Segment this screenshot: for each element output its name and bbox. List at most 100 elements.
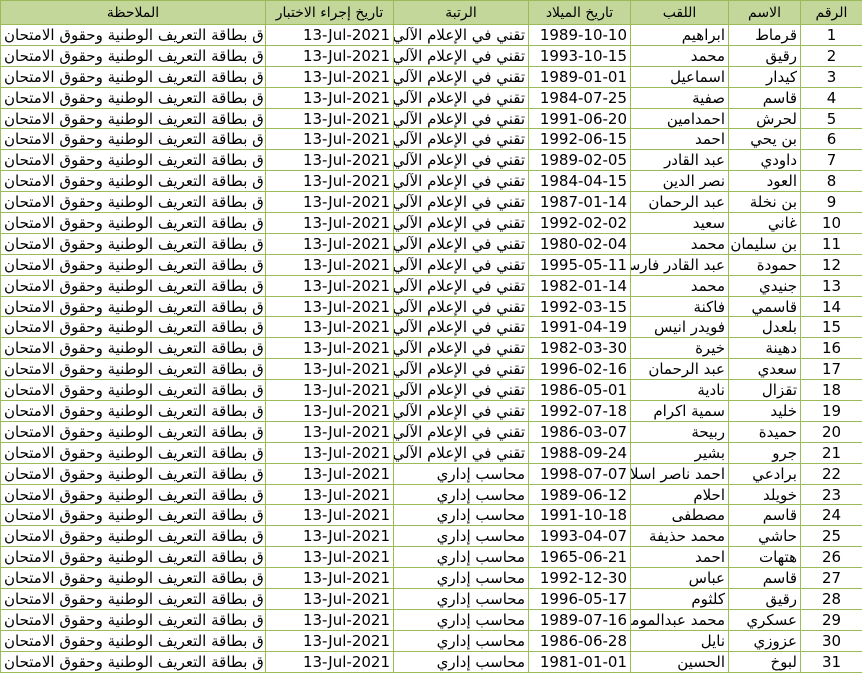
grade-cell[interactable]: تقني في الإعلام الآلي: [393, 420, 529, 443]
surname-cell[interactable]: ربيحة: [630, 420, 729, 443]
birth-date-cell[interactable]: 1989-10-10: [528, 24, 631, 46]
exam-date-cell[interactable]: 13-Jul-2021: [265, 44, 394, 67]
exam-date-cell[interactable]: 13-Jul-2021: [265, 295, 394, 318]
exam-date-cell[interactable]: 13-Jul-2021: [265, 212, 394, 234]
exam-date-cell[interactable]: 13-Jul-2021: [265, 65, 394, 88]
note-cell[interactable]: ارفاق بطاقة التعريف الوطنية وحقوق الامتح…: [0, 212, 266, 234]
note-cell[interactable]: ارفاق بطاقة التعريف الوطنية وحقوق الامتح…: [0, 65, 266, 88]
grade-cell[interactable]: تقني في الإعلام الآلي: [393, 295, 529, 318]
grade-cell[interactable]: تقني في الإعلام الآلي: [393, 191, 529, 214]
grade-cell[interactable]: تقني في الإعلام الآلي: [393, 400, 529, 422]
birth-date-cell[interactable]: 1986-06-28: [528, 629, 631, 652]
exam-date-cell[interactable]: 13-Jul-2021: [265, 462, 394, 485]
grade-cell[interactable]: تقني في الإعلام الآلي: [393, 44, 529, 67]
exam-date-cell[interactable]: 13-Jul-2021: [265, 170, 394, 193]
number-cell[interactable]: 20: [800, 420, 862, 443]
note-cell[interactable]: ارفاق بطاقة التعريف الوطنية وحقوق الامتح…: [0, 232, 266, 255]
surname-cell[interactable]: احمد: [630, 546, 729, 569]
grade-cell[interactable]: تقني في الإعلام الآلي: [393, 274, 529, 297]
grade-cell[interactable]: محاسب إداري: [393, 567, 529, 590]
note-cell[interactable]: ارفاق بطاقة التعريف الوطنية وحقوق الامتح…: [0, 170, 266, 193]
surname-cell[interactable]: صفية: [630, 86, 729, 109]
name-cell[interactable]: لحرش: [728, 107, 801, 130]
note-cell[interactable]: ارفاق بطاقة التعريف الوطنية وحقوق الامتح…: [0, 379, 266, 402]
birth-date-cell[interactable]: 1989-06-12: [528, 483, 631, 506]
exam-date-cell[interactable]: 13-Jul-2021: [265, 107, 394, 130]
birth-date-cell[interactable]: 1986-05-01: [528, 379, 631, 402]
name-cell[interactable]: حاشي: [728, 525, 801, 548]
birth-date-cell[interactable]: 1992-06-15: [528, 128, 631, 151]
name-cell[interactable]: غاني: [728, 212, 801, 234]
exam-date-cell[interactable]: 13-Jul-2021: [265, 149, 394, 172]
note-cell[interactable]: ارفاق بطاقة التعريف الوطنية وحقوق الامتح…: [0, 504, 266, 527]
exam-date-cell[interactable]: 13-Jul-2021: [265, 86, 394, 109]
birth-date-cell[interactable]: 1981-01-01: [528, 650, 631, 673]
surname-cell[interactable]: نايل: [630, 629, 729, 652]
note-cell[interactable]: ارفاق بطاقة التعريف الوطنية وحقوق الامتح…: [0, 546, 266, 569]
grade-cell[interactable]: تقني في الإعلام الآلي: [393, 337, 529, 360]
name-cell[interactable]: رقيق: [728, 44, 801, 67]
birth-date-cell[interactable]: 1988-09-24: [528, 441, 631, 464]
name-cell[interactable]: داودي: [728, 149, 801, 172]
surname-cell[interactable]: محمد حذيفة: [630, 525, 729, 548]
number-cell[interactable]: 3: [800, 65, 862, 88]
name-cell[interactable]: برادعي: [728, 462, 801, 485]
birth-date-cell[interactable]: 1980-02-04: [528, 232, 631, 255]
number-cell[interactable]: 22: [800, 462, 862, 485]
exam-date-cell[interactable]: 13-Jul-2021: [265, 232, 394, 255]
number-cell[interactable]: 9: [800, 191, 862, 214]
name-cell[interactable]: قاسم: [728, 567, 801, 590]
name-cell[interactable]: تقزال: [728, 379, 801, 402]
number-cell[interactable]: 18: [800, 379, 862, 402]
number-cell[interactable]: 13: [800, 274, 862, 297]
surname-cell[interactable]: فاكنة: [630, 295, 729, 318]
grade-cell[interactable]: تقني في الإعلام الآلي: [393, 128, 529, 151]
surname-cell[interactable]: عباس: [630, 567, 729, 590]
note-cell[interactable]: ارفاق بطاقة التعريف الوطنية وحقوق الامتح…: [0, 567, 266, 590]
number-cell[interactable]: 12: [800, 253, 862, 276]
number-cell[interactable]: 7: [800, 149, 862, 172]
number-cell[interactable]: 30: [800, 629, 862, 652]
surname-cell[interactable]: احمد ناصر اسلام: [630, 462, 729, 485]
surname-cell[interactable]: عبد القادر فارس: [630, 253, 729, 276]
note-cell[interactable]: ارفاق بطاقة التعريف الوطنية وحقوق الامتح…: [0, 650, 266, 673]
birth-date-cell[interactable]: 1996-05-17: [528, 588, 631, 610]
number-cell[interactable]: 26: [800, 546, 862, 569]
note-cell[interactable]: ارفاق بطاقة التعريف الوطنية وحقوق الامتح…: [0, 420, 266, 443]
grade-cell[interactable]: تقني في الإعلام الآلي: [393, 212, 529, 234]
name-cell[interactable]: قاسم: [728, 86, 801, 109]
birth-date-cell[interactable]: 1992-02-02: [528, 212, 631, 234]
grade-cell[interactable]: تقني في الإعلام الآلي: [393, 379, 529, 402]
name-cell[interactable]: جنيدي: [728, 274, 801, 297]
grade-cell[interactable]: محاسب إداري: [393, 650, 529, 673]
birth-date-cell[interactable]: 1993-04-07: [528, 525, 631, 548]
surname-cell[interactable]: نادية: [630, 379, 729, 402]
birth-date-cell[interactable]: 1992-12-30: [528, 567, 631, 590]
note-cell[interactable]: ارفاق بطاقة التعريف الوطنية وحقوق الامتح…: [0, 608, 266, 631]
surname-cell[interactable]: سمية اكرام: [630, 400, 729, 422]
grade-cell[interactable]: تقني في الإعلام الآلي: [393, 253, 529, 276]
note-cell[interactable]: ارفاق بطاقة التعريف الوطنية وحقوق الامتح…: [0, 441, 266, 464]
note-cell[interactable]: ارفاق بطاقة التعريف الوطنية وحقوق الامتح…: [0, 107, 266, 130]
surname-cell[interactable]: سعيد: [630, 212, 729, 234]
surname-cell[interactable]: ابراهيم: [630, 24, 729, 46]
surname-cell[interactable]: مصطفى: [630, 504, 729, 527]
note-cell[interactable]: ارفاق بطاقة التعريف الوطنية وحقوق الامتح…: [0, 24, 266, 46]
number-cell[interactable]: 16: [800, 337, 862, 360]
number-cell[interactable]: 10: [800, 212, 862, 234]
grade-cell[interactable]: محاسب إداري: [393, 462, 529, 485]
exam-date-cell[interactable]: 13-Jul-2021: [265, 128, 394, 151]
birth-date-cell[interactable]: 1987-01-14: [528, 191, 631, 214]
note-cell[interactable]: ارفاق بطاقة التعريف الوطنية وحقوق الامتح…: [0, 191, 266, 214]
name-cell[interactable]: سعدي: [728, 358, 801, 381]
note-cell[interactable]: ارفاق بطاقة التعريف الوطنية وحقوق الامتح…: [0, 629, 266, 652]
note-cell[interactable]: ارفاق بطاقة التعريف الوطنية وحقوق الامتح…: [0, 128, 266, 151]
grade-cell[interactable]: تقني في الإعلام الآلي: [393, 170, 529, 193]
surname-cell[interactable]: محمد: [630, 44, 729, 67]
note-cell[interactable]: ارفاق بطاقة التعريف الوطنية وحقوق الامتح…: [0, 358, 266, 381]
name-cell[interactable]: قرماط: [728, 24, 801, 46]
birth-date-cell[interactable]: 1984-04-15: [528, 170, 631, 193]
number-cell[interactable]: 23: [800, 483, 862, 506]
name-cell[interactable]: كيدار: [728, 65, 801, 88]
name-cell[interactable]: قاسم: [728, 504, 801, 527]
